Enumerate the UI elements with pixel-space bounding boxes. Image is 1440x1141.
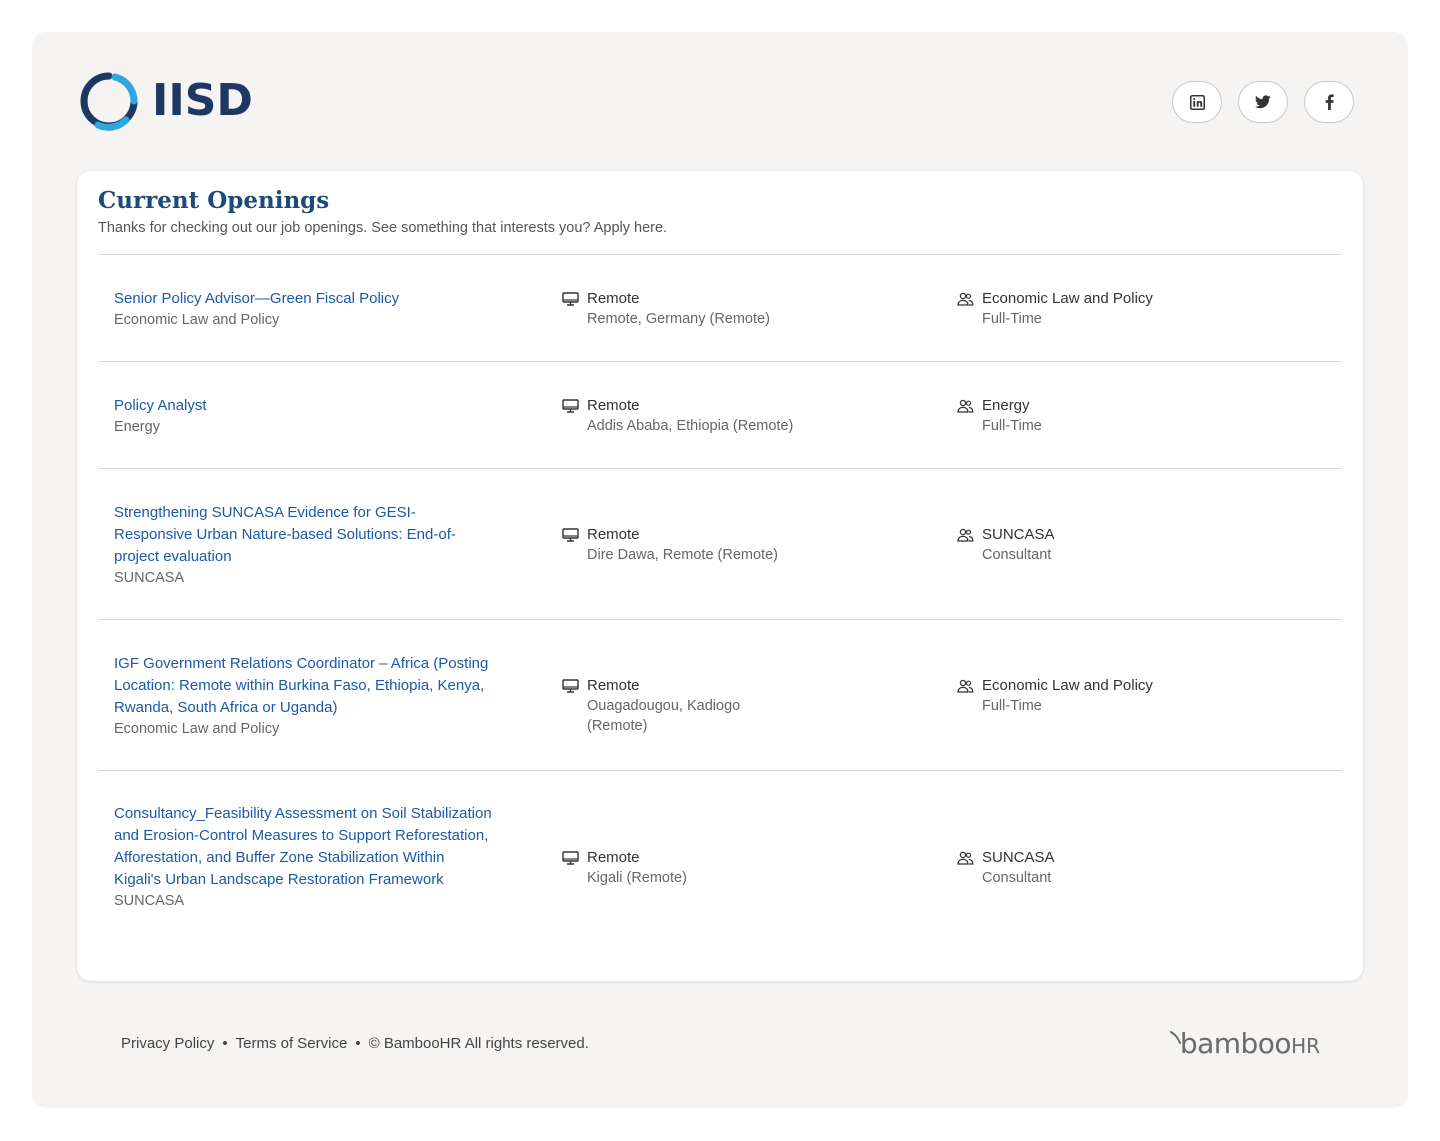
job-department: Economic Law and Policy [114,721,280,737]
page-subtitle: Thanks for checking out our job openings… [98,220,668,236]
users-icon [957,851,974,865]
job-location: Ouagadougou, Kadiogo (Remote) [587,698,741,734]
job-department: Energy [114,419,160,435]
location-type: Remote [587,290,640,307]
job-title-link[interactable]: Consultancy_Feasibility Assessment on So… [114,803,494,891]
footer-separator: • [355,1035,361,1052]
location-type: Remote [587,849,640,866]
twitter-icon [1255,95,1271,109]
monitor-icon [562,528,579,542]
job-title-link[interactable]: Strengthening SUNCASA Evidence for GESI-… [114,502,494,568]
job-location: Remote, Germany (Remote) [587,311,770,327]
openings-card: Current Openings Thanks for checking out… [77,171,1363,981]
monitor-icon [562,851,579,865]
job-team: Economic Law and Policy [982,290,1153,307]
job-department: Economic Law and Policy [114,312,280,328]
employment-type: Full-Time [982,698,1042,714]
footer-links: Privacy Policy • Terms of Service • © Ba… [121,1035,589,1052]
linkedin-button[interactable] [1172,81,1222,123]
job-row: Consultancy_Feasibility Assessment on So… [98,771,1342,961]
employment-type: Consultant [982,870,1052,886]
job-location: Kigali (Remote) [587,870,687,886]
footer-separator: • [222,1035,228,1052]
job-title-link[interactable]: Policy Analyst [114,395,494,417]
facebook-icon [1325,94,1334,110]
terms-of-service-link[interactable]: Terms of Service [236,1035,348,1052]
location-type: Remote [587,526,640,543]
job-row: Senior Policy Advisor—Green Fiscal Polic… [98,255,1342,361]
bamboohr-logo[interactable]: bamboo HR [1169,1027,1320,1060]
job-title-link[interactable]: IGF Government Relations Coordinator – A… [114,653,494,719]
job-department: SUNCASA [114,893,185,909]
job-department: SUNCASA [114,570,185,586]
job-team: SUNCASA [982,526,1055,543]
bamboohr-wordmark: bamboo [1179,1027,1292,1060]
logo-text: IISD [152,75,253,126]
facebook-button[interactable] [1304,81,1354,123]
job-location: Dire Dawa, Remote (Remote) [587,547,778,563]
bamboohr-hr-mark: HR [1291,1034,1320,1058]
linkedin-icon [1189,94,1205,110]
users-icon [957,679,974,693]
page-title: Current Openings [98,187,330,214]
users-icon [957,399,974,413]
twitter-button[interactable] [1238,81,1288,123]
page-container: IISD Current Openings Thanks for checkin… [32,32,1408,1108]
copyright-text: © BambooHR All rights reserved. [368,1035,589,1052]
monitor-icon [562,292,579,306]
location-type: Remote [587,397,640,414]
privacy-policy-link[interactable]: Privacy Policy [121,1035,214,1052]
monitor-icon [562,399,579,413]
social-links [1172,81,1354,123]
job-row: IGF Government Relations Coordinator – A… [98,620,1342,770]
job-team: Energy [982,397,1030,414]
location-type: Remote [587,677,640,694]
users-icon [957,292,974,306]
job-team: SUNCASA [982,849,1055,866]
job-team: Economic Law and Policy [982,677,1153,694]
employment-type: Full-Time [982,418,1042,434]
job-row: Policy Analyst Energy Remote Addis Ababa… [98,362,1342,468]
job-title-link[interactable]: Senior Policy Advisor—Green Fiscal Polic… [114,288,494,310]
employment-type: Consultant [982,547,1052,563]
monitor-icon [562,679,579,693]
users-icon [957,528,974,542]
job-row: Strengthening SUNCASA Evidence for GESI-… [98,469,1342,619]
iisd-ring-icon [80,72,138,131]
iisd-logo[interactable]: IISD [78,70,253,132]
employment-type: Full-Time [982,311,1042,327]
job-location: Addis Ababa, Ethiopia (Remote) [587,418,794,434]
